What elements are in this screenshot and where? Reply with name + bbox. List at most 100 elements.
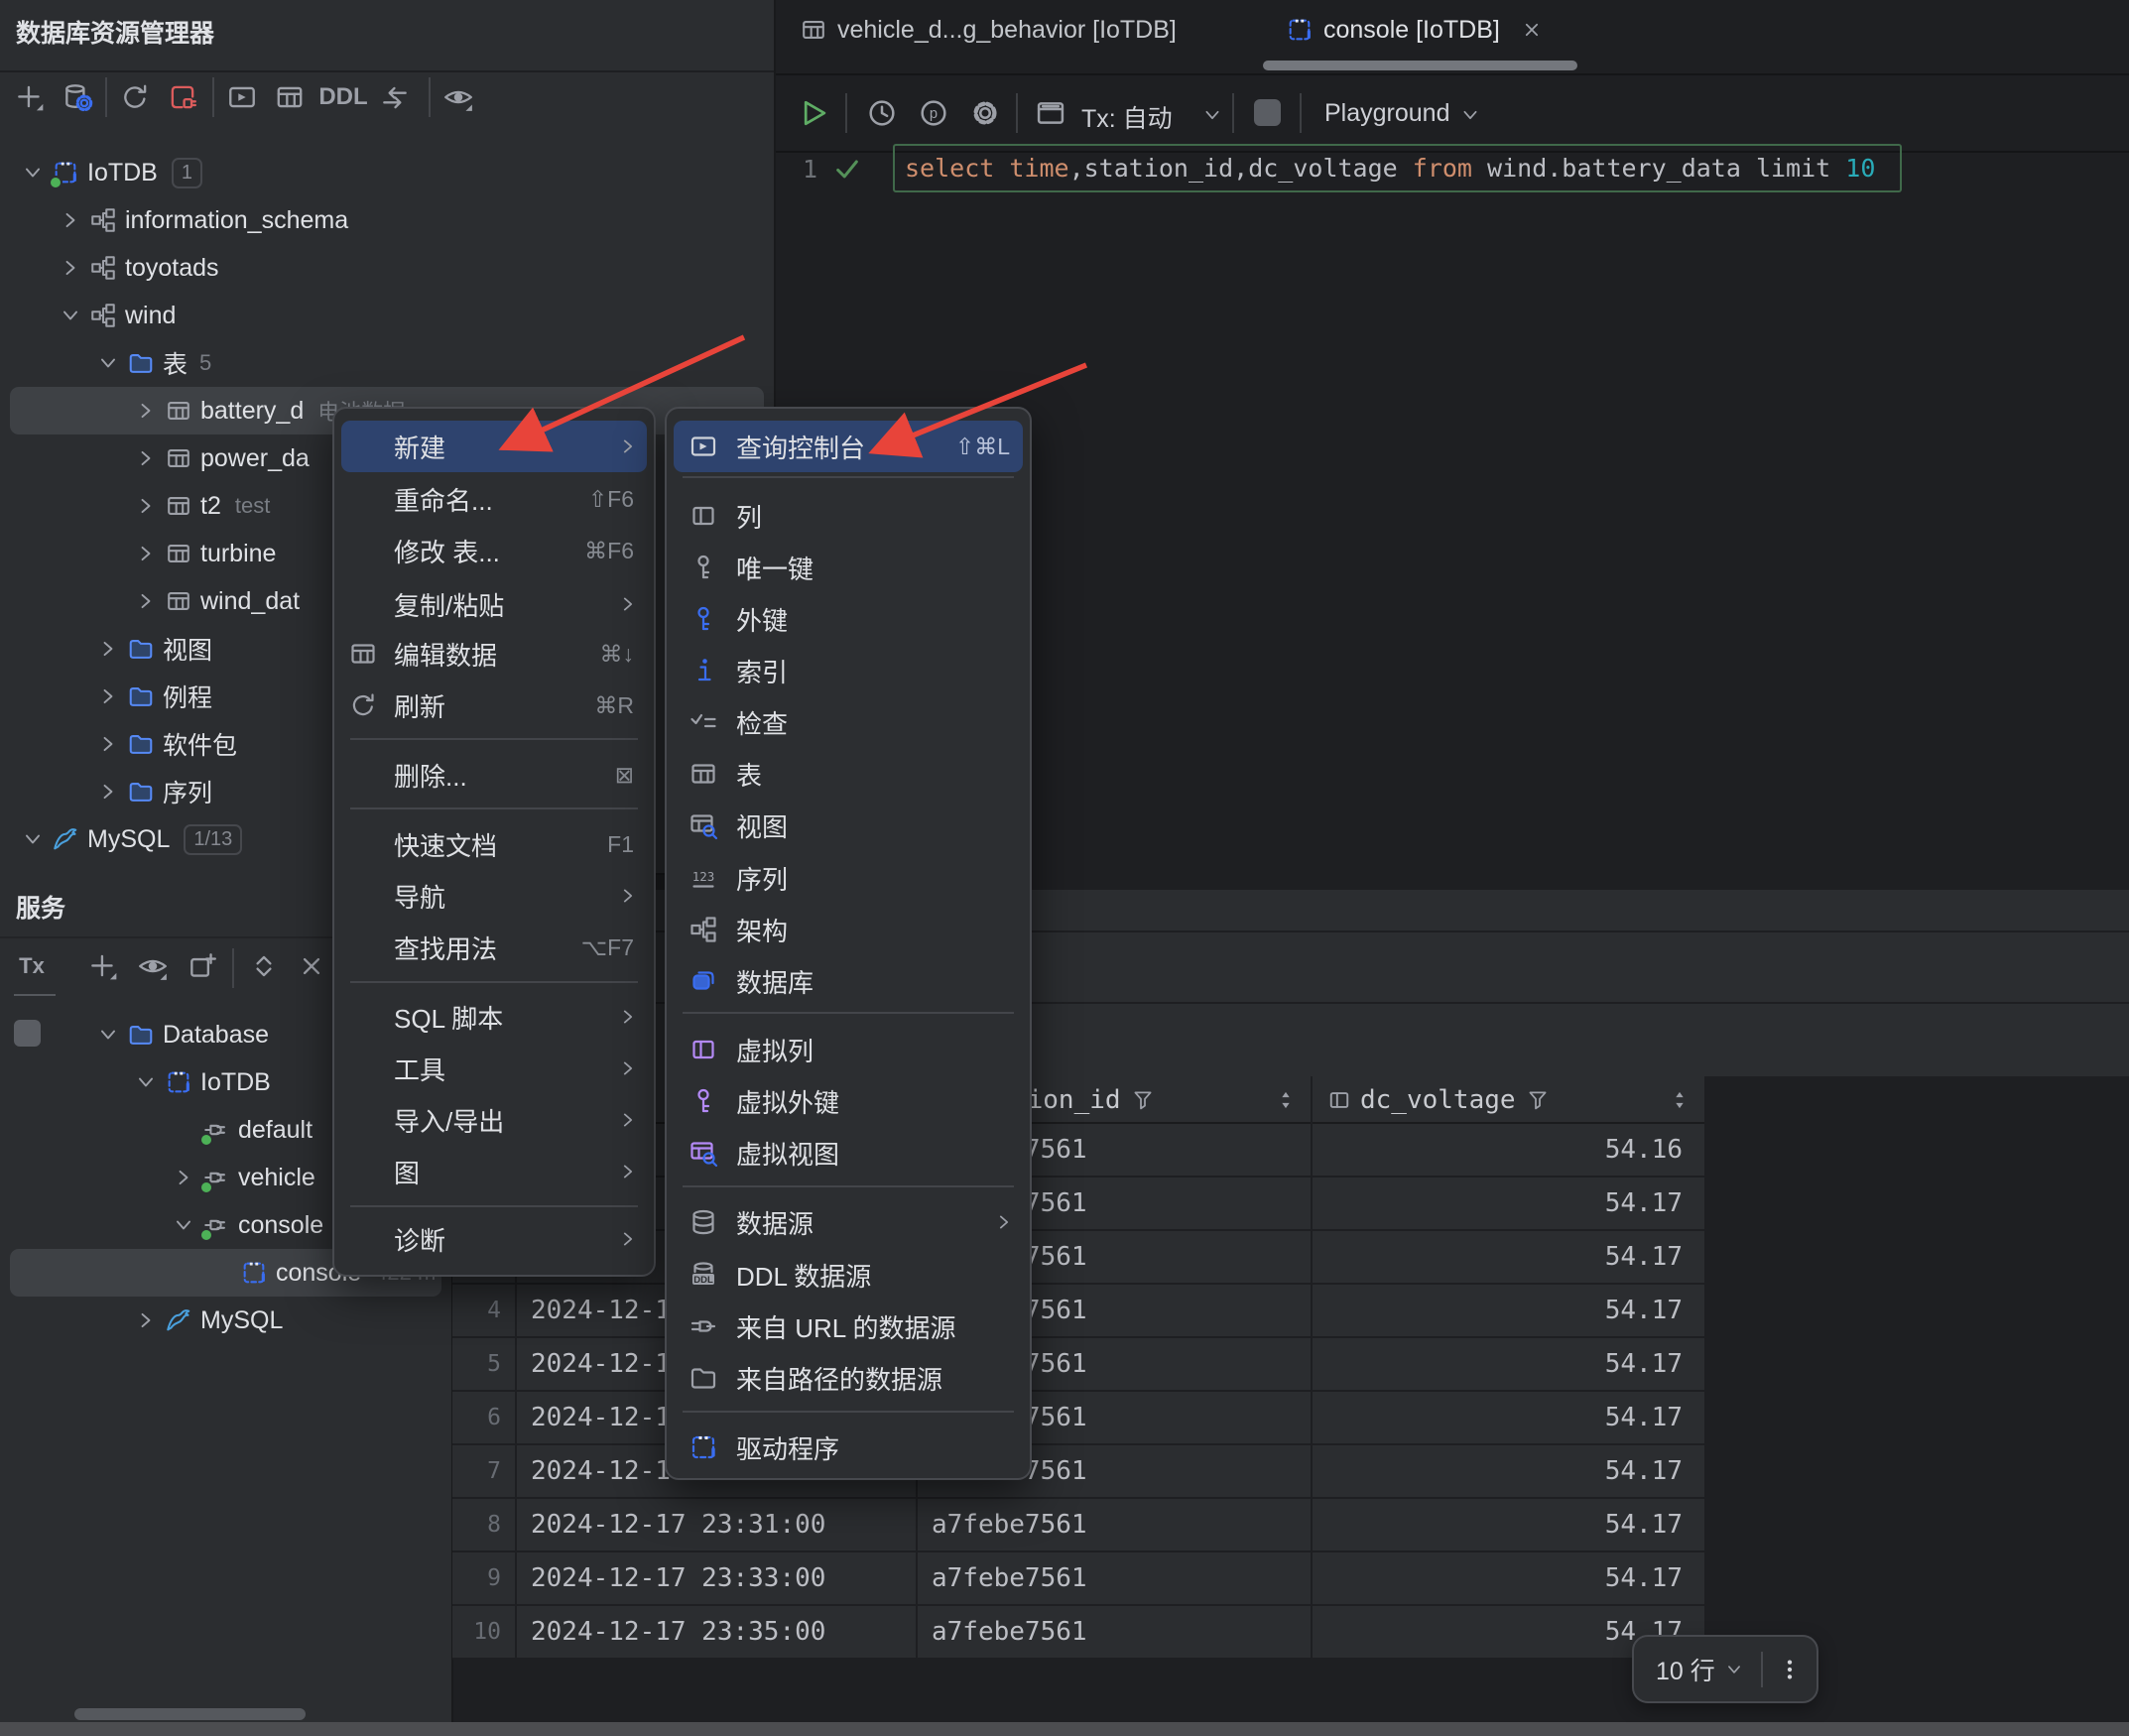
sort-icon[interactable] xyxy=(1275,1089,1297,1111)
add-button[interactable] xyxy=(14,81,46,113)
chevron-right-icon[interactable] xyxy=(133,1307,159,1333)
chevron-down-icon[interactable] xyxy=(20,160,46,186)
menu-item-DDL-数据源[interactable]: DDLDDL 数据源 xyxy=(667,1249,1030,1301)
close-button[interactable] xyxy=(296,950,327,982)
menu-item-虚拟列[interactable]: 虚拟列 xyxy=(667,1024,1030,1075)
grid-header-dc_voltage[interactable]: dc_voltage xyxy=(1313,1076,1706,1124)
menu-item-虚拟视图[interactable]: 虚拟视图 xyxy=(667,1127,1030,1178)
chevron-right-icon[interactable] xyxy=(133,445,159,471)
chevron-right-icon[interactable] xyxy=(133,541,159,566)
session-selector[interactable]: Playground xyxy=(1324,99,1449,128)
sql-statement[interactable]: select time,station_id,dc_voltage from w… xyxy=(893,144,1902,192)
expand-all-button[interactable] xyxy=(248,950,280,982)
chevron-down-icon[interactable] xyxy=(95,350,121,376)
chevron-right-icon[interactable] xyxy=(133,493,159,519)
cell-time[interactable]: 2024-12-17 23:33:00 xyxy=(517,1552,918,1604)
cell-dc-voltage[interactable]: 54.16 xyxy=(1313,1124,1706,1176)
menu-item-外键[interactable]: 外键 xyxy=(667,593,1030,645)
menu-item-快速文档[interactable]: 快速文档F1 xyxy=(334,818,654,870)
cell-station-id[interactable]: a7febe7561 xyxy=(918,1606,1313,1658)
cell-dc-voltage[interactable]: 54.17 xyxy=(1313,1392,1706,1443)
row-count-selector[interactable]: 10 行 xyxy=(1656,1652,1715,1687)
add-service-button[interactable] xyxy=(87,950,119,982)
chevron-right-icon[interactable] xyxy=(171,1165,196,1190)
disconnect-button[interactable] xyxy=(167,81,198,113)
chevron-right-icon[interactable] xyxy=(58,255,83,281)
menu-item-删除-[interactable]: 删除...⊠ xyxy=(334,749,654,801)
table-editor-button[interactable] xyxy=(274,81,306,113)
cell-time[interactable]: 2024-12-17 23:35:00 xyxy=(517,1606,918,1658)
close-tab-icon[interactable] xyxy=(1520,18,1544,42)
chevron-right-icon[interactable] xyxy=(133,398,159,424)
tree-item-mysql-connection[interactable]: MySQL xyxy=(0,1297,451,1344)
tree-item-iotdb[interactable]: IoTDB1 xyxy=(0,149,774,196)
menu-item-来自路径的数据源[interactable]: 来自路径的数据源 xyxy=(667,1352,1030,1404)
chevron-down-icon[interactable] xyxy=(1723,1659,1745,1680)
chevron-right-icon[interactable] xyxy=(95,779,121,805)
menu-item-虚拟外键[interactable]: 虚拟外键 xyxy=(667,1075,1030,1127)
settings-button[interactable] xyxy=(968,96,1002,130)
open-in-new-tab-button[interactable] xyxy=(187,950,218,982)
menu-item-SQL-脚本[interactable]: SQL 脚本 xyxy=(334,991,654,1043)
filter-icon[interactable] xyxy=(1131,1088,1155,1112)
menu-item-驱动程序[interactable]: 驱动程序 xyxy=(667,1422,1030,1473)
table-row[interactable]: 62024-12-1a7febe756154.17 xyxy=(452,1392,1706,1445)
color-swatch[interactable] xyxy=(1254,99,1281,126)
ddl-button[interactable]: DDL xyxy=(317,81,369,113)
cell-dc-voltage[interactable]: 54.17 xyxy=(1313,1178,1706,1229)
tx-mode-button[interactable]: Tx xyxy=(10,950,54,982)
table-row[interactable]: 52024-12-1a7febe756154.17 xyxy=(452,1338,1706,1392)
menu-item-诊断[interactable]: 诊断 xyxy=(334,1213,654,1265)
tree-item-toyotads[interactable]: toyotads xyxy=(0,244,774,292)
menu-item-架构[interactable]: 架构 xyxy=(667,904,1030,955)
menu-item-刷新[interactable]: 刷新⌘R xyxy=(334,680,654,731)
table-row[interactable]: 72024-12-1a7febe756154.17 xyxy=(452,1445,1706,1499)
sort-icon[interactable] xyxy=(1669,1089,1691,1111)
query-console-button[interactable] xyxy=(226,81,258,113)
cell-dc-voltage[interactable]: 54.17 xyxy=(1313,1338,1706,1390)
tree-item-tables-folder[interactable]: 表5 xyxy=(0,339,774,387)
layout-button[interactable] xyxy=(1034,96,1067,130)
chevron-down-icon[interactable] xyxy=(95,1022,121,1048)
menu-item-工具[interactable]: 工具 xyxy=(334,1043,654,1094)
chevron-right-icon[interactable] xyxy=(95,731,121,757)
menu-item-表[interactable]: 表 xyxy=(667,748,1030,800)
menu-item-视图[interactable]: 视图 xyxy=(667,800,1030,851)
menu-item-查询控制台[interactable]: 查询控制台⇧⌘L xyxy=(667,421,1030,472)
chevron-right-icon[interactable] xyxy=(95,636,121,662)
menu-item-复制-粘贴[interactable]: 复制/粘贴 xyxy=(334,578,654,630)
menu-item-导航[interactable]: 导航 xyxy=(334,870,654,922)
table-row[interactable]: 102024-12-17 23:35:00a7febe756154.17 xyxy=(452,1606,1706,1660)
chevron-down-icon[interactable] xyxy=(133,1069,159,1095)
history-button[interactable] xyxy=(865,96,899,130)
cell-station-id[interactable]: a7febe7561 xyxy=(918,1552,1313,1604)
menu-item-数据库[interactable]: 数据库 xyxy=(667,955,1030,1007)
chevron-right-icon[interactable] xyxy=(58,207,83,233)
menu-item-唯一键[interactable]: 唯一键 xyxy=(667,542,1030,593)
menu-item-编辑数据[interactable]: 编辑数据⌘↓ xyxy=(334,628,654,680)
table-row[interactable]: 82024-12-17 23:31:00a7febe756154.17 xyxy=(452,1499,1706,1552)
datasource-settings-button[interactable] xyxy=(62,81,93,113)
refresh-button[interactable] xyxy=(119,81,151,113)
cell-dc-voltage[interactable]: 54.17 xyxy=(1313,1285,1706,1336)
run-button[interactable] xyxy=(796,96,829,130)
table-row[interactable]: 42024-12-1a7febe756154.17 xyxy=(452,1285,1706,1338)
cell-station-id[interactable]: a7febe7561 xyxy=(918,1499,1313,1550)
profile-button[interactable]: p xyxy=(917,96,950,130)
tab-console-tab[interactable]: console [IoTDB] xyxy=(1286,0,1544,60)
horizontal-scrollbar-thumb[interactable] xyxy=(74,1708,306,1720)
tree-item-information-schema[interactable]: information_schema xyxy=(0,196,774,244)
jump-to-editor-button[interactable] xyxy=(379,81,411,113)
menu-item-检查[interactable]: 检查 xyxy=(667,696,1030,748)
menu-item-列[interactable]: 列 xyxy=(667,490,1030,542)
more-options-button[interactable] xyxy=(1777,1657,1803,1682)
chevron-right-icon[interactable] xyxy=(95,683,121,709)
cell-dc-voltage[interactable]: 54.17 xyxy=(1313,1552,1706,1604)
menu-item-来自-URL-的数据源[interactable]: 来自 URL 的数据源 xyxy=(667,1301,1030,1352)
table-row[interactable]: 92024-12-17 23:33:00a7febe756154.17 xyxy=(452,1552,1706,1606)
menu-item-重命名-[interactable]: 重命名...⇧F6 xyxy=(334,473,654,525)
menu-item-修改-表-[interactable]: 修改 表...⌘F6 xyxy=(334,525,654,576)
cell-dc-voltage[interactable]: 54.17 xyxy=(1313,1499,1706,1550)
preview-button[interactable] xyxy=(442,81,474,113)
menu-item-数据源[interactable]: 数据源 xyxy=(667,1196,1030,1248)
